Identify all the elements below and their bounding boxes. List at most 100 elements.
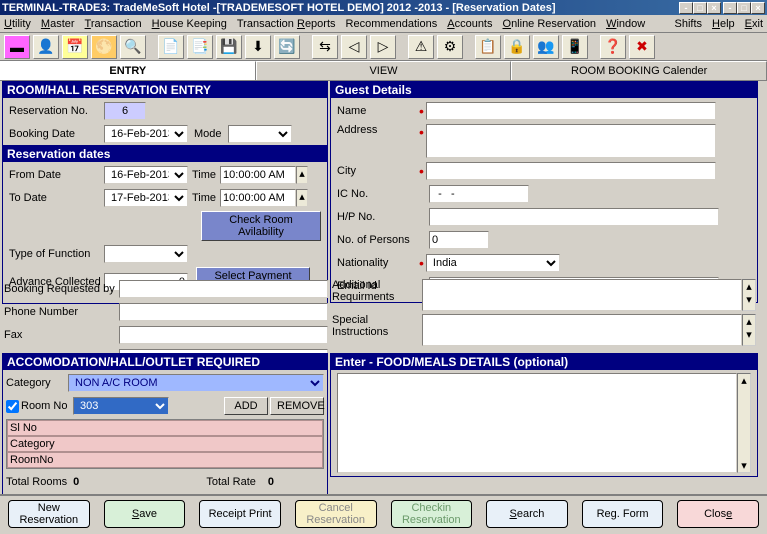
toolbar-doc1-icon[interactable]: 📄 [158,35,184,59]
checkin-button[interactable]: Checkin Reservation [391,500,473,528]
toolbar-doc2-icon[interactable]: 📑 [187,35,213,59]
remove-button[interactable]: REMOVE [270,397,324,415]
label-spinst: Special Instructions [332,314,422,338]
menu-transaction-reports[interactable]: Transaction Reports [237,18,336,30]
type-function-select[interactable] [104,245,188,263]
menu-help[interactable]: Help [712,18,735,30]
label-tof: Type of Function [9,248,104,260]
toolbar-list-icon[interactable]: 📋 [475,35,501,59]
tab-calendar[interactable]: ROOM BOOKING Calender [511,61,767,80]
menu-bar: Utility Master Transaction House Keeping… [0,15,767,33]
category-select[interactable]: NON A/C ROOM [68,374,324,392]
toolbar-search-icon[interactable]: 🔍 [120,35,146,59]
fax-input[interactable] [119,326,328,344]
restore-button[interactable]: □ [693,2,707,14]
spinst-input[interactable] [422,314,742,346]
food-scrollbar[interactable]: ▴▾ [737,373,751,473]
phone-input[interactable] [119,303,328,321]
reg-form-button[interactable]: Reg. Form [582,500,664,528]
toolbar-event-icon[interactable]: 🌕 [91,35,117,59]
mdi-close-button[interactable]: × [751,2,765,14]
check-availability-button[interactable]: Check Room Avilability [201,211,321,241]
toolbar-help-icon[interactable]: ❓ [600,35,626,59]
label-to-date: To Date [9,192,104,204]
main-tabs: ENTRY VIEW ROOM BOOKING Calender [0,61,767,81]
add-button[interactable]: ADD [224,397,268,415]
time-stepper-2[interactable]: ▴ [296,189,308,207]
toolbar-calendar-icon[interactable]: 📅 [62,35,88,59]
toolbar-lock-icon[interactable]: 🔒 [504,35,530,59]
accom-header: ACCOMODATION/HALL/OUTLET REQUIRED [3,354,327,370]
required-icon: • [419,163,424,179]
col-roomno: RoomNo [7,452,323,468]
name-input[interactable] [426,102,716,120]
toolbar-user-icon[interactable]: 👤 [33,35,59,59]
menu-utility[interactable]: Utility [4,18,31,30]
total-rate-value: 0 [268,476,274,488]
food-details-input[interactable] [337,373,737,473]
tab-view[interactable]: VIEW [256,61,512,80]
label-from-date: From Date [9,169,104,181]
label-total-rooms: Total Rooms [6,476,67,488]
icno-input[interactable] [429,185,529,203]
hpno-input[interactable] [429,208,719,226]
new-reservation-button[interactable]: New Reservation [8,500,90,528]
toolbar-exit-icon[interactable]: ✖ [629,35,655,59]
toolbar-device-icon[interactable]: 📱 [562,35,588,59]
to-date-select[interactable]: 17-Feb-2013 [104,189,188,207]
time-stepper-1[interactable]: ▴ [296,166,308,184]
roomno-checkbox[interactable] [6,400,19,413]
toolbar-warning-icon[interactable]: ⚠ [408,35,434,59]
toolbar-arrows-icon[interactable]: ⇆ [312,35,338,59]
menu-master[interactable]: Master [41,18,75,30]
save-button[interactable]: Save [104,500,186,528]
close-button[interactable]: Close [677,500,759,528]
from-time-input[interactable] [220,166,296,184]
menu-accounts[interactable]: Accounts [447,18,492,30]
label-name: Name [337,105,417,117]
cancel-reservation-button[interactable]: Cancel Reservation [295,500,377,528]
mdi-minimize-button[interactable]: - [723,2,737,14]
label-nationality: Nationality [337,257,417,269]
close-window-button[interactable]: × [707,2,721,14]
toolbar-save-icon[interactable]: 💾 [216,35,242,59]
nop-input[interactable] [429,231,489,249]
toolbar-gear-icon[interactable]: ⚙ [437,35,463,59]
booking-date-select[interactable]: 16-Feb-2013 [104,125,188,143]
toolbar-btn-1[interactable]: ▬ [4,35,30,59]
menu-transaction[interactable]: Transaction [85,18,142,30]
tab-entry[interactable]: ENTRY [0,61,256,80]
minimize-button[interactable]: - [679,2,693,14]
reservation-no-input[interactable] [104,102,146,120]
toolbar-prev-icon[interactable]: ◁ [341,35,367,59]
search-button[interactable]: Search [486,500,568,528]
nationality-select[interactable]: India [426,254,560,272]
menu-shifts[interactable]: Shifts [675,18,703,30]
menu-recommendations[interactable]: Recommendations [346,18,438,30]
required-icon: • [419,255,424,271]
roomno-select[interactable]: 303 [73,397,169,415]
toolbar-person-icon[interactable]: 👥 [533,35,559,59]
toolbar-refresh-icon[interactable]: 🔄 [274,35,300,59]
menu-exit[interactable]: Exit [745,18,763,30]
menu-housekeeping[interactable]: House Keeping [152,18,227,30]
receipt-print-button[interactable]: Receipt Print [199,500,281,528]
scroll-icon[interactable]: ▴▾ [742,279,756,311]
scroll-icon[interactable]: ▴▾ [742,314,756,346]
bookreq-input[interactable] [119,280,328,298]
menu-window[interactable]: Window [606,18,645,30]
toolbar-next-icon[interactable]: ▷ [370,35,396,59]
mdi-restore-button[interactable]: □ [737,2,751,14]
mode-select[interactable] [228,125,292,143]
toolbar-download-icon[interactable]: ⬇ [245,35,271,59]
to-time-input[interactable] [220,189,296,207]
label-address: Address [337,124,417,136]
label-roomno: Room No [21,400,73,412]
city-input[interactable] [426,162,716,180]
from-date-select[interactable]: 16-Feb-2013 [104,166,188,184]
address-input[interactable] [426,124,716,158]
label-nop: No. of Persons [337,234,417,246]
required-icon: • [419,103,424,119]
menu-online-reservation[interactable]: Online Reservation [503,18,597,30]
addreq-input[interactable] [422,279,742,311]
